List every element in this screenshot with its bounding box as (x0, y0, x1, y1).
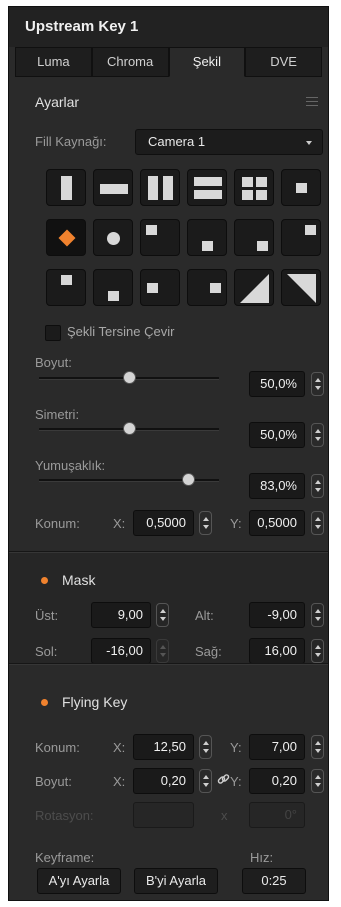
fk-position-x-field[interactable]: 12,50 (133, 734, 194, 760)
horizontal-bar-pattern-icon[interactable] (93, 169, 133, 206)
fk-position-y-field[interactable]: 7,00 (249, 734, 305, 760)
mask-bottom-label: Alt: (195, 608, 214, 623)
size-stepper[interactable] (311, 372, 324, 396)
fk-size-y-label: Y: (230, 774, 242, 789)
fk-size-y-stepper[interactable] (311, 769, 324, 793)
flying-key-enabled-indicator[interactable] (41, 699, 48, 706)
mask-right-label: Sağ: (195, 644, 222, 659)
softness-stepper[interactable] (311, 474, 324, 498)
fk-position-x-label: X: (113, 740, 126, 755)
fk-position-y-stepper[interactable] (311, 735, 324, 759)
mask-left-label: Sol: (35, 644, 58, 659)
mask-bottom-stepper[interactable] (311, 603, 324, 627)
mask-right-field[interactable]: 16,00 (249, 638, 305, 664)
fk-rotation-x-label: x (221, 808, 228, 823)
box-middle-right-pattern-icon[interactable] (187, 269, 227, 306)
tab-chroma[interactable]: Chroma (91, 47, 169, 77)
vertical-split-pattern-icon[interactable] (140, 169, 180, 206)
size-label: Boyut: (35, 355, 72, 370)
section-divider (9, 663, 328, 665)
symmetry-label: Simetri: (35, 407, 80, 422)
tab-shape[interactable]: Şekil (168, 47, 246, 77)
fk-rotation-label: Rotasyon: (35, 808, 94, 823)
symmetry-stepper[interactable] (311, 423, 324, 447)
four-box-pattern-icon[interactable] (234, 169, 274, 206)
box-middle-left-pattern-icon[interactable] (140, 269, 180, 306)
position-x-field[interactable]: 0,5000 (133, 510, 194, 536)
fk-position-x-stepper[interactable] (199, 735, 212, 759)
diagonal-top-left-pattern-icon[interactable] (234, 269, 274, 306)
mask-title: Mask (62, 572, 96, 588)
size-field[interactable]: 50,0% (249, 371, 305, 397)
fk-size-x-stepper[interactable] (199, 769, 212, 793)
mask-top-field[interactable]: 9,00 (91, 602, 151, 628)
symmetry-field[interactable]: 50,0% (249, 422, 305, 448)
box-right-center-pattern-icon[interactable] (281, 219, 321, 256)
fill-source-label: Fill Kaynağı: (35, 134, 107, 149)
pattern-grid (46, 169, 328, 306)
diagonal-top-right-pattern-icon[interactable] (281, 269, 321, 306)
mask-top-stepper[interactable] (156, 603, 169, 627)
fk-size-label: Boyut: (35, 774, 72, 789)
softness-field[interactable]: 83,0% (249, 473, 305, 499)
upstream-key-panel: Upstream Key 1 Luma Chroma Şekil DVE Aya… (8, 6, 329, 901)
box-top-center-pattern-icon[interactable] (187, 219, 227, 256)
tab-bar: Luma Chroma Şekil DVE (15, 47, 322, 77)
rate-label: Hız: (250, 850, 274, 865)
set-b-button[interactable]: B'yi Ayarla (134, 868, 218, 894)
box-bottom-center-pattern-icon[interactable] (93, 269, 133, 306)
mask-top-label: Üst: (35, 608, 59, 623)
symmetry-slider-handle[interactable] (123, 422, 136, 435)
fill-source-value: Camera 1 (148, 134, 206, 149)
fk-position-label: Konum: (35, 740, 80, 755)
softness-label: Yumuşaklık: (35, 458, 106, 473)
mask-bottom-field[interactable]: -9,00 (249, 602, 305, 628)
set-a-button[interactable]: A'yı Ayarla (37, 868, 121, 894)
mask-right-stepper[interactable] (311, 639, 324, 663)
fk-rotation-degree-field[interactable]: 0° (249, 802, 305, 828)
fk-size-y-field[interactable]: 0,20 (249, 768, 305, 794)
fill-source-dropdown[interactable]: Camera 1 (135, 129, 323, 155)
chevron-down-icon (306, 141, 312, 145)
link-icon[interactable] (217, 773, 230, 786)
position-y-field[interactable]: 0,5000 (249, 510, 305, 536)
position-y-stepper[interactable] (311, 511, 324, 535)
fk-position-y-label: Y: (230, 740, 242, 755)
position-x-stepper[interactable] (199, 511, 212, 535)
tab-luma[interactable]: Luma (15, 47, 92, 77)
box-bottom-left-pattern-icon[interactable] (46, 269, 86, 306)
panel-title: Upstream Key 1 (9, 7, 328, 47)
mask-left-field[interactable]: -16,00 (91, 638, 151, 664)
settings-header: Ayarlar (35, 94, 80, 110)
position-y-label: Y: (230, 516, 242, 531)
menu-icon[interactable] (306, 97, 318, 107)
rate-field[interactable]: 0:25 (242, 868, 306, 894)
invert-label: Şekli Tersine Çevir (67, 324, 175, 339)
invert-checkbox[interactable] (45, 325, 61, 341)
position-label: Konum: (35, 516, 80, 531)
fk-size-x-label: X: (113, 774, 126, 789)
fk-rotation-count-field[interactable] (133, 802, 194, 828)
size-slider-handle[interactable] (123, 371, 136, 384)
position-x-label: X: (113, 516, 126, 531)
softness-slider-handle[interactable] (182, 473, 196, 486)
tab-dve[interactable]: DVE (245, 47, 322, 77)
mask-enabled-indicator[interactable] (41, 577, 48, 584)
horizontal-split-pattern-icon[interactable] (187, 169, 227, 206)
circle-pattern-icon[interactable] (93, 219, 133, 256)
mask-left-stepper[interactable] (156, 639, 169, 663)
box-top-left-pattern-icon[interactable] (140, 219, 180, 256)
diamond-pattern-icon[interactable] (46, 219, 86, 256)
flying-key-title: Flying Key (62, 694, 128, 710)
keyframe-label: Keyframe: (35, 850, 95, 865)
box-top-right-pattern-icon[interactable] (234, 219, 274, 256)
center-box-pattern-icon[interactable] (281, 169, 321, 206)
vertical-bar-pattern-icon[interactable] (46, 169, 86, 206)
fk-size-x-field[interactable]: 0,20 (133, 768, 194, 794)
